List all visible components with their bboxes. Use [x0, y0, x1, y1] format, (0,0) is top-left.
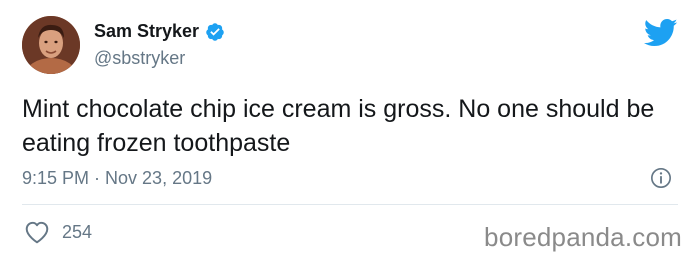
like-count: 254: [62, 221, 93, 242]
verified-badge-icon: [206, 22, 224, 41]
tweet-card: Sam Stryker @sbstryker Mint chocolate ch…: [0, 0, 700, 258]
user-handle[interactable]: @sbstryker: [94, 48, 185, 69]
watermark: boredpanda.com: [484, 222, 682, 252]
like-row[interactable]: 254: [24, 220, 92, 244]
name-row: Sam Stryker: [94, 21, 225, 42]
heart-icon[interactable]: [24, 220, 50, 244]
tweet-timestamp[interactable]: 9:15 PM · Nov 23, 2019: [22, 168, 212, 189]
tweet-text: Mint chocolate chip ice cream is gross. …: [22, 95, 655, 157]
avatar[interactable]: [22, 16, 80, 74]
info-icon[interactable]: [650, 167, 672, 189]
twitter-bird-icon[interactable]: [644, 18, 678, 48]
display-name[interactable]: Sam Stryker: [94, 21, 199, 42]
avatar-photo-icon: [22, 16, 80, 74]
divider: [22, 204, 678, 205]
